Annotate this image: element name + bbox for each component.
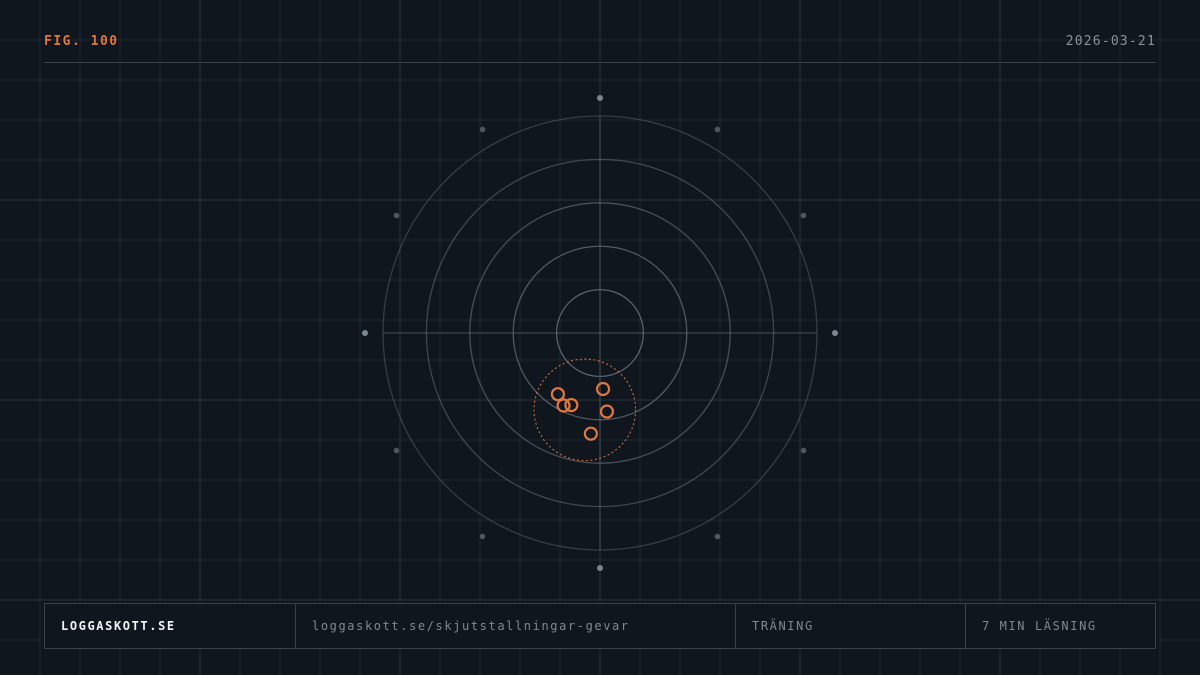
clock-marker-dot xyxy=(362,330,368,336)
clock-marker-dot xyxy=(479,533,486,540)
clock-marker-dot xyxy=(393,212,400,219)
clock-marker-dot xyxy=(597,95,603,101)
shooting-target xyxy=(362,95,838,571)
clock-marker-dot xyxy=(832,330,838,336)
footer-url[interactable]: loggaskott.se/skjutstallningar-gevar xyxy=(296,604,736,648)
shot-hole xyxy=(599,404,615,419)
footer-site-name[interactable]: LOGGASKOTT.SE xyxy=(45,604,296,648)
shot-hole xyxy=(550,387,566,402)
footer-read-time: 7 MIN LÄSNING xyxy=(982,619,1097,633)
shot-hole xyxy=(583,426,598,441)
clock-marker-dot xyxy=(393,447,400,454)
footer-category: TRÄNING xyxy=(736,604,966,648)
clock-marker-dot xyxy=(597,565,603,571)
clock-marker-dot xyxy=(714,533,721,540)
shot-hole xyxy=(556,398,571,413)
clock-marker-dot xyxy=(800,212,807,219)
clock-marker-dot xyxy=(714,126,721,133)
shot-hole xyxy=(595,381,611,397)
clock-marker-dot xyxy=(800,447,807,454)
clock-marker-dot xyxy=(479,126,486,133)
footer-bar: LOGGASKOTT.SE loggaskott.se/skjutstallni… xyxy=(44,603,1156,649)
